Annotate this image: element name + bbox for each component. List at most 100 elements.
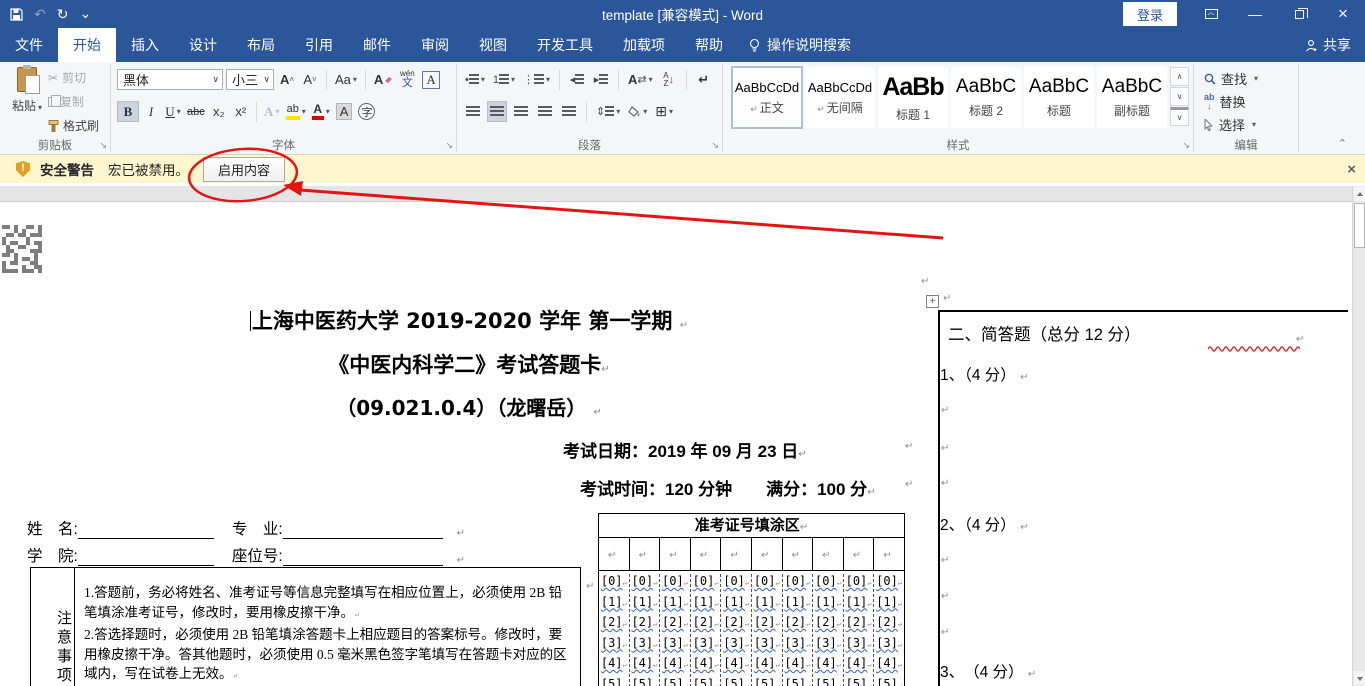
numbering-button[interactable]: 1▾: [491, 69, 517, 90]
ticket-bubble-2[interactable]: [2]↵: [630, 615, 660, 636]
ticket-bubble-1[interactable]: [1]↵: [630, 595, 660, 616]
text-effects-button[interactable]: A▾: [262, 101, 282, 122]
ticket-bubble-0[interactable]: [0]↵: [874, 574, 904, 595]
styles-more-button[interactable]: ∨: [1170, 107, 1189, 126]
ticket-bubble-5[interactable]: [5]↵: [844, 677, 874, 686]
minimize-button[interactable]: —: [1233, 0, 1277, 28]
ticket-bubble-1[interactable]: [1]↵: [783, 595, 813, 616]
format-painter-button[interactable]: 格式刷: [48, 117, 99, 134]
ticket-bubble-5[interactable]: [5]↵: [630, 677, 660, 686]
ticket-bubble-2[interactable]: [2]↵: [691, 615, 721, 636]
tab-视图[interactable]: 视图: [464, 28, 522, 62]
close-button[interactable]: ×: [1321, 0, 1365, 28]
scroll-down-button[interactable]: [1354, 671, 1365, 685]
ticket-bubble-2[interactable]: [2]↵: [844, 615, 874, 636]
ticket-bubble-2[interactable]: [2]↵: [783, 615, 813, 636]
scroll-up-button[interactable]: [1354, 187, 1365, 201]
bold-button[interactable]: B: [117, 101, 139, 122]
styles-scroll-down-button[interactable]: ∨: [1170, 87, 1189, 106]
multilevel-list-button[interactable]: ⋮▾: [521, 69, 552, 90]
document-area[interactable]: 上海中医药大学 2019-2020 学年 第一学期 ↵ 《中医内科学二》考试答题…: [0, 183, 1365, 686]
ticket-bubble-1[interactable]: [1]↵: [721, 595, 751, 616]
align-left-button[interactable]: [463, 101, 483, 122]
tab-引用[interactable]: 引用: [290, 28, 348, 62]
line-spacing-button[interactable]: ⇕▾: [594, 101, 622, 122]
shrink-font-button[interactable]: A˅: [300, 69, 320, 90]
ticket-bubble-3[interactable]: [3]↵: [844, 636, 874, 657]
ticket-bubble-3[interactable]: [3]↵: [599, 636, 629, 657]
field-major-blank[interactable]: [283, 522, 443, 539]
clear-formatting-button[interactable]: A: [372, 69, 394, 90]
increase-indent-button[interactable]: ▸: [591, 69, 611, 90]
clipboard-dialog-launcher[interactable]: ↘: [99, 140, 107, 151]
find-button[interactable]: 查找▾: [1204, 69, 1258, 88]
ticket-bubble-0[interactable]: [0]↵: [630, 574, 660, 595]
ticket-bubble-2[interactable]: [2]↵: [813, 615, 843, 636]
distribute-button[interactable]: [559, 101, 579, 122]
ticket-bubble-3[interactable]: [3]↵: [874, 636, 904, 657]
field-seat-blank[interactable]: [283, 549, 443, 566]
ticket-bubble-2[interactable]: [2]↵: [752, 615, 782, 636]
ticket-bubble-4[interactable]: [4]↵: [874, 656, 904, 677]
style-标题[interactable]: AaBbC标题: [1023, 66, 1095, 129]
ticket-bubble-4[interactable]: [4]↵: [599, 656, 629, 677]
ticket-bubble-3[interactable]: [3]↵: [630, 636, 660, 657]
align-right-button[interactable]: [511, 101, 531, 122]
subscript-button[interactable]: x₂: [209, 101, 229, 122]
ticket-bubble-4[interactable]: [4]↵: [752, 656, 782, 677]
justify-button[interactable]: [535, 101, 555, 122]
highlight-color-button[interactable]: ab ▾: [284, 101, 308, 122]
field-college-blank[interactable]: [78, 549, 214, 566]
ticket-bubble-4[interactable]: [4]↵: [783, 656, 813, 677]
ticket-bubble-3[interactable]: [3]↵: [691, 636, 721, 657]
tab-file[interactable]: 文件: [0, 28, 58, 62]
underline-button[interactable]: U▾: [163, 101, 183, 122]
font-size-combobox[interactable]: 小三∨: [226, 69, 274, 90]
select-button[interactable]: 选择▾: [1204, 115, 1256, 134]
ticket-bubble-4[interactable]: [4]↵: [721, 656, 751, 677]
ticket-bubble-3[interactable]: [3]↵: [813, 636, 843, 657]
ticket-bubble-4[interactable]: [4]↵: [813, 656, 843, 677]
enclose-characters-button[interactable]: 字: [356, 101, 377, 122]
ticket-bubble-1[interactable]: [1]↵: [752, 595, 782, 616]
style-标题 2[interactable]: AaBbC标题 2: [950, 66, 1022, 129]
restore-button[interactable]: [1277, 0, 1321, 28]
scrollbar-thumb[interactable]: [1354, 203, 1365, 248]
ticket-bubble-5[interactable]: [5]↵: [691, 677, 721, 686]
replace-button[interactable]: ab↓ 替换: [1204, 92, 1246, 111]
character-shading-button[interactable]: A: [334, 101, 355, 122]
font-name-combobox[interactable]: 黑体∨: [117, 69, 223, 90]
tab-插入[interactable]: 插入: [116, 28, 174, 62]
phonetic-guide-button[interactable]: wén文: [397, 69, 417, 90]
ticket-bubble-0[interactable]: [0]↵: [844, 574, 874, 595]
ticket-bubble-1[interactable]: [1]↵: [813, 595, 843, 616]
tab-帮助[interactable]: 帮助: [680, 28, 738, 62]
tab-审阅[interactable]: 审阅: [406, 28, 464, 62]
field-name-blank[interactable]: [78, 522, 214, 539]
decrease-indent-button[interactable]: ◂: [567, 69, 587, 90]
collapse-ribbon-button[interactable]: ⌃: [1338, 137, 1347, 150]
ticket-bubble-5[interactable]: [5]↵: [813, 677, 843, 686]
align-center-button[interactable]: [487, 101, 507, 122]
style-标题 1[interactable]: AaBb标题 1: [877, 66, 949, 129]
ticket-bubble-4[interactable]: [4]↵: [844, 656, 874, 677]
tab-加载项[interactable]: 加载项: [608, 28, 680, 62]
ticket-bubble-0[interactable]: [0]↵: [752, 574, 782, 595]
ticket-bubble-5[interactable]: [5]↵: [783, 677, 813, 686]
paragraph-dialog-launcher[interactable]: ↘: [711, 140, 719, 151]
style-正文[interactable]: AaBbCcDd↵正文: [731, 66, 803, 129]
asian-layout-button[interactable]: A⇄▾: [626, 69, 655, 90]
cut-button[interactable]: ✂ 剪切: [48, 69, 99, 86]
ticket-bubble-3[interactable]: [3]↵: [752, 636, 782, 657]
change-case-button[interactable]: Aa▾: [333, 69, 359, 90]
copy-button[interactable]: 复制: [48, 93, 99, 110]
ticket-bubble-2[interactable]: [2]↵: [721, 615, 751, 636]
undo-icon[interactable]: ↶: [34, 7, 46, 21]
ticket-bubble-0[interactable]: [0]↵: [813, 574, 843, 595]
ticket-bubble-1[interactable]: [1]↵: [844, 595, 874, 616]
shading-bucket-button[interactable]: ▾: [626, 101, 649, 122]
tell-me-box[interactable]: 操作说明搜索: [748, 28, 851, 62]
style-无间隔[interactable]: AaBbCcDd↵无间隔: [804, 66, 876, 129]
ticket-bubble-1[interactable]: [1]↵: [599, 595, 629, 616]
style-副标题[interactable]: AaBbC副标题: [1096, 66, 1168, 129]
